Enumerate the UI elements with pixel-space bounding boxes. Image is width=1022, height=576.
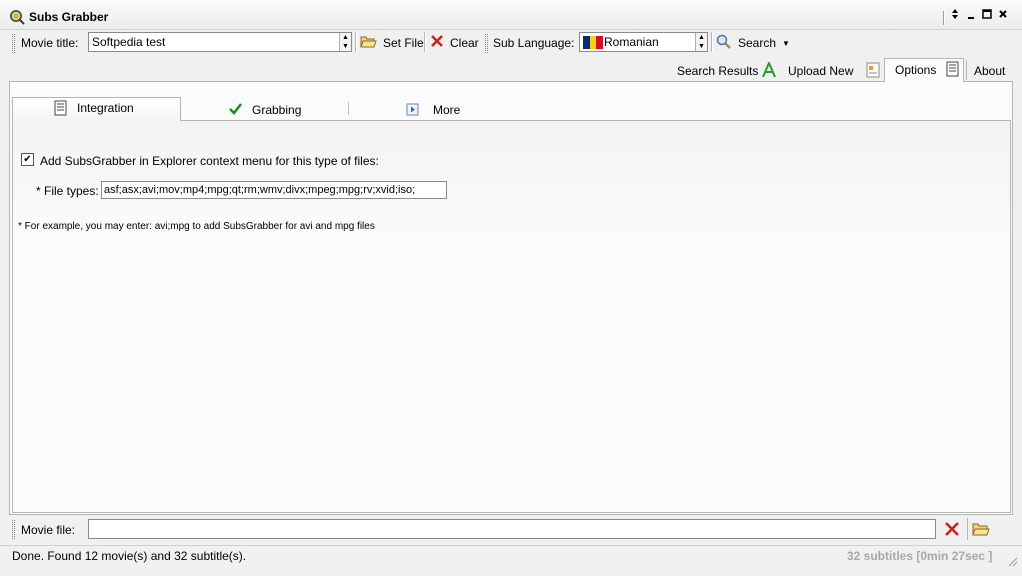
toolbar-grip[interactable]: [12, 34, 15, 53]
integration-body: [12, 121, 1011, 513]
moviefile-grip[interactable]: [12, 520, 15, 539]
clear-movie-file-icon[interactable]: [944, 521, 960, 540]
set-file-label: Set File: [383, 36, 424, 50]
example-note: * For example, you may enter: avi;mpg to…: [18, 221, 375, 232]
clear-label: Clear: [450, 35, 479, 50]
tab-options-label[interactable]: Options: [895, 63, 936, 77]
titlebar-separator: [943, 11, 945, 25]
clear-x-icon: [430, 34, 444, 51]
movie-title-value: Softpedia test: [92, 35, 166, 49]
movie-title-spin-icon[interactable]: ▲ ▼: [339, 33, 351, 51]
sub-language-combo[interactable]: Romanian ▲ ▼: [579, 32, 708, 52]
search-dropdown-icon[interactable]: ▼: [782, 39, 790, 48]
search-button[interactable]: Search ▼: [716, 34, 790, 52]
check-icon: [229, 103, 242, 118]
toolbar-separator: [424, 32, 426, 52]
set-file-button[interactable]: Set File: [360, 34, 424, 52]
tab-separator: [966, 60, 967, 80]
status-subtitle-count: 32 subtitles [0min 27sec ]: [847, 549, 993, 563]
close-icon[interactable]: [996, 8, 1010, 22]
sub-language-spin-icon[interactable]: ▲ ▼: [695, 33, 707, 51]
toolbar-separator: [711, 32, 713, 52]
clear-button[interactable]: Clear: [430, 34, 479, 51]
movie-file-input[interactable]: [88, 519, 936, 539]
tab-search-results[interactable]: Search Results: [677, 64, 758, 78]
maximize-icon[interactable]: [980, 8, 994, 22]
file-types-label: * File types:: [36, 184, 99, 198]
resize-toggle-icon[interactable]: [948, 8, 962, 22]
romania-flag-icon: [583, 36, 604, 49]
moviefile-separator: [967, 518, 968, 540]
title-bar: [0, 0, 1022, 30]
subtab-separator: [348, 102, 349, 115]
subtab-grabbing[interactable]: Grabbing: [252, 103, 301, 117]
movie-title-label: Movie title:: [21, 36, 79, 50]
minimize-icon[interactable]: [964, 8, 978, 22]
status-text: Done. Found 12 movie(s) and 32 subtitle(…: [12, 549, 247, 563]
upload-icon: [866, 62, 880, 81]
subtab-integration-label[interactable]: Integration: [77, 101, 134, 115]
toolbar-grip[interactable]: [485, 34, 488, 53]
explorer-context-checkbox[interactable]: ✔: [21, 153, 34, 166]
sub-language-value: Romanian: [604, 35, 659, 49]
search-label: Search: [738, 36, 777, 50]
file-types-input[interactable]: asf;asx;avi;mov;mp4;mpg;qt;rm;wmv;divx;m…: [101, 181, 447, 199]
window-title: Subs Grabber: [29, 10, 109, 24]
more-icon: [406, 103, 419, 119]
sub-language-label: Sub Language:: [493, 36, 575, 50]
integration-icon: [53, 100, 69, 119]
toolbar-separator: [355, 32, 357, 52]
app-icon: [9, 9, 25, 25]
search-results-icon: [761, 60, 777, 81]
resize-grip-icon[interactable]: [1006, 555, 1018, 567]
movie-title-combo[interactable]: Softpedia test ▲ ▼: [88, 32, 352, 52]
explorer-context-label: Add SubsGrabber in Explorer context menu…: [40, 154, 379, 168]
subtab-more[interactable]: More: [433, 103, 460, 117]
browse-folder-icon[interactable]: [972, 521, 990, 540]
options-icon: [945, 61, 961, 80]
movie-file-label: Movie file:: [21, 523, 76, 537]
search-icon: [716, 34, 732, 52]
tab-upload-new[interactable]: Upload New: [788, 64, 853, 78]
open-folder-icon: [360, 34, 377, 52]
tab-about[interactable]: About: [974, 64, 1005, 78]
